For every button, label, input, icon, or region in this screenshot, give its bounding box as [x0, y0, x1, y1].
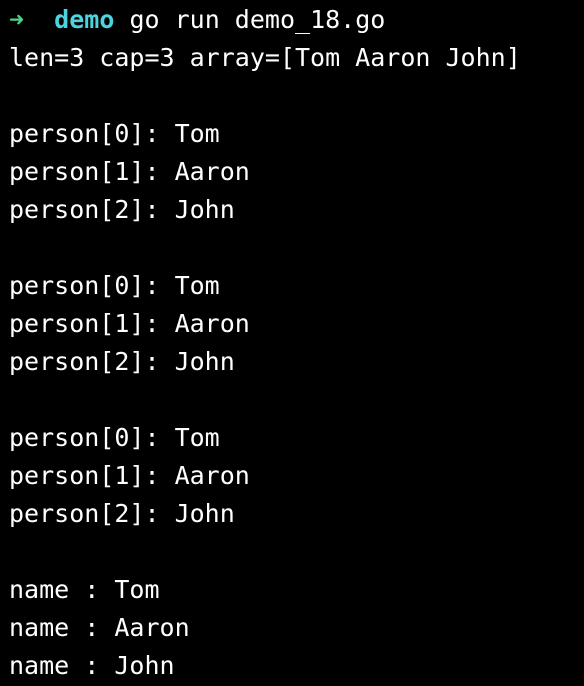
- output-line: name : Tom: [9, 575, 160, 604]
- command-text: go run demo_18.go: [129, 5, 386, 34]
- prompt-directory: demo: [54, 5, 115, 34]
- terminal-window[interactable]: ➜ demo go run demo_18.go len=3 cap=3 arr…: [0, 0, 584, 686]
- output-line: person[2]: John: [9, 499, 235, 528]
- output-line: person[0]: Tom: [9, 119, 220, 148]
- output-line: person[1]: Aaron: [9, 461, 250, 490]
- output-line: person[2]: John: [9, 195, 235, 224]
- output-line: person[0]: Tom: [9, 423, 220, 452]
- output-line: person[1]: Aaron: [9, 309, 250, 338]
- prompt-arrow-icon: ➜: [9, 5, 25, 34]
- output-summary: len=3 cap=3 array=[Tom Aaron John]: [9, 43, 521, 72]
- output-line: name : Aaron: [9, 613, 190, 642]
- output-line: person[2]: John: [9, 347, 235, 376]
- output-line: person[0]: Tom: [9, 271, 220, 300]
- prompt-line: ➜ demo go run demo_18.go: [9, 1, 584, 39]
- output-line: name : John: [9, 651, 175, 680]
- output-line: person[1]: Aaron: [9, 157, 250, 186]
